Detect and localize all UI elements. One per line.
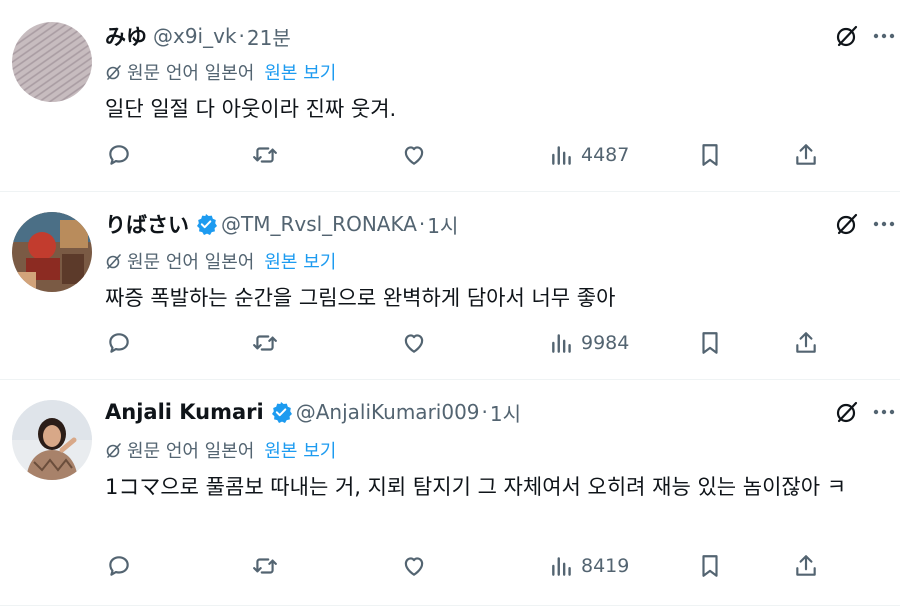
verified-icon xyxy=(195,213,217,235)
timestamp[interactable]: 21분 xyxy=(247,22,291,51)
display-name[interactable]: みゆ xyxy=(105,21,147,51)
reply-icon xyxy=(109,556,129,576)
views-button[interactable]: 8419 xyxy=(549,551,629,581)
tweet-text: 일단 일절 다 아웃이라 진짜 웃겨. xyxy=(105,97,397,121)
like-icon xyxy=(404,146,424,165)
bookmark-button[interactable] xyxy=(697,328,723,358)
avatar-image xyxy=(12,400,92,480)
retweet-icon xyxy=(253,335,277,351)
original-language-label: 원문 언어 일본어 xyxy=(127,63,255,84)
like-button[interactable] xyxy=(401,328,427,358)
display-name[interactable]: りばさい xyxy=(105,209,189,239)
grok-icon[interactable] xyxy=(833,210,861,238)
retweet-icon xyxy=(253,558,277,574)
like-button[interactable] xyxy=(401,140,427,170)
user-handle[interactable]: @AnjaliKumari009 xyxy=(296,400,480,424)
show-original-link[interactable]: 원본 보기 xyxy=(264,59,336,85)
user-handle[interactable]: @x9i_vk xyxy=(153,24,237,48)
views-button[interactable]: 4487 xyxy=(549,140,629,170)
views-button[interactable]: 9984 xyxy=(549,328,629,358)
like-icon xyxy=(404,557,424,576)
tweet-text: 1コマ으로 풀콤보 따내는 거, 지뢰 탐지기 그 자체여서 오히려 재능 있는… xyxy=(105,475,847,499)
like-button[interactable] xyxy=(401,551,427,581)
reply-button[interactable] xyxy=(106,328,132,358)
share-button[interactable] xyxy=(793,140,819,170)
timestamp[interactable]: 1시 xyxy=(427,210,458,239)
view-count: 9984 xyxy=(581,332,630,354)
tweet-actions: 8419 xyxy=(0,551,900,581)
more-icon[interactable] xyxy=(872,210,896,238)
grok-icon[interactable] xyxy=(833,398,861,426)
bookmark-icon xyxy=(702,332,718,354)
bookmark-button[interactable] xyxy=(697,140,723,170)
timestamp[interactable]: 1시 xyxy=(490,398,521,427)
bookmark-button[interactable] xyxy=(697,551,723,581)
like-icon xyxy=(404,334,424,353)
avatar[interactable] xyxy=(12,22,92,102)
translate-icon xyxy=(105,63,123,81)
tweet-header: りばさい @TM_Rvsl_RONAKA · 1시 xyxy=(105,210,458,238)
reply-button[interactable] xyxy=(106,140,132,170)
bookmark-icon xyxy=(702,555,718,577)
view-count: 8419 xyxy=(581,555,630,577)
reply-button[interactable] xyxy=(106,551,132,581)
original-language-label: 원문 언어 일본어 xyxy=(127,252,255,273)
separator: · xyxy=(238,24,245,48)
retweet-icon xyxy=(253,147,277,163)
show-original-link[interactable]: 원본 보기 xyxy=(264,248,336,274)
share-button[interactable] xyxy=(793,328,819,358)
tweet-header: Anjali Kumari @AnjaliKumari009 · 1시 xyxy=(105,398,521,426)
tweet-actions: 9984 xyxy=(0,328,900,358)
view-count: 4487 xyxy=(581,144,630,166)
share-icon xyxy=(796,555,816,576)
separator: · xyxy=(481,400,488,424)
retweet-button[interactable] xyxy=(252,140,278,170)
share-button[interactable] xyxy=(793,551,819,581)
translate-icon xyxy=(105,252,123,270)
avatar-image xyxy=(12,212,92,292)
bookmark-icon xyxy=(702,144,718,166)
views-icon xyxy=(552,146,571,165)
display-name[interactable]: Anjali Kumari xyxy=(105,400,264,424)
views-icon xyxy=(552,557,571,576)
views-icon xyxy=(552,334,571,353)
avatar[interactable] xyxy=(12,212,92,292)
more-icon[interactable] xyxy=(872,22,896,50)
avatar[interactable] xyxy=(12,400,92,480)
show-original-link[interactable]: 원본 보기 xyxy=(264,437,336,463)
tweet-text: 짜증 폭발하는 순간을 그림으로 완벽하게 담아서 너무 좋아 xyxy=(105,286,616,310)
separator: · xyxy=(418,212,426,236)
tweet[interactable]: りばさい @TM_Rvsl_RONAKA · 1시 원문 언어 일본어 원본 보… xyxy=(0,192,900,380)
tweet-actions: 4487 xyxy=(0,140,900,170)
translation-note: 원문 언어 일본어 원본 보기 xyxy=(105,438,336,462)
verified-icon xyxy=(270,401,292,423)
share-icon xyxy=(796,332,816,353)
more-icon[interactable] xyxy=(872,398,896,426)
tweet[interactable]: みゆ @x9i_vk · 21분 원문 언어 일본어 원본 보기 일단 일절 다… xyxy=(0,0,900,192)
share-icon xyxy=(796,144,816,165)
retweet-button[interactable] xyxy=(252,328,278,358)
reply-icon xyxy=(109,333,129,353)
translation-note: 원문 언어 일본어 원본 보기 xyxy=(105,249,336,273)
tweet-header: みゆ @x9i_vk · 21분 xyxy=(105,22,291,50)
avatar-image xyxy=(12,22,92,102)
grok-icon[interactable] xyxy=(833,22,861,50)
translate-icon xyxy=(105,441,123,459)
original-language-label: 원문 언어 일본어 xyxy=(127,441,255,462)
user-handle[interactable]: @TM_Rvsl_RONAKA xyxy=(221,212,417,236)
reply-icon xyxy=(109,145,129,165)
translation-note: 원문 언어 일본어 원본 보기 xyxy=(105,60,336,84)
tweet[interactable]: Anjali Kumari @AnjaliKumari009 · 1시 원문 언… xyxy=(0,380,900,606)
retweet-button[interactable] xyxy=(252,551,278,581)
